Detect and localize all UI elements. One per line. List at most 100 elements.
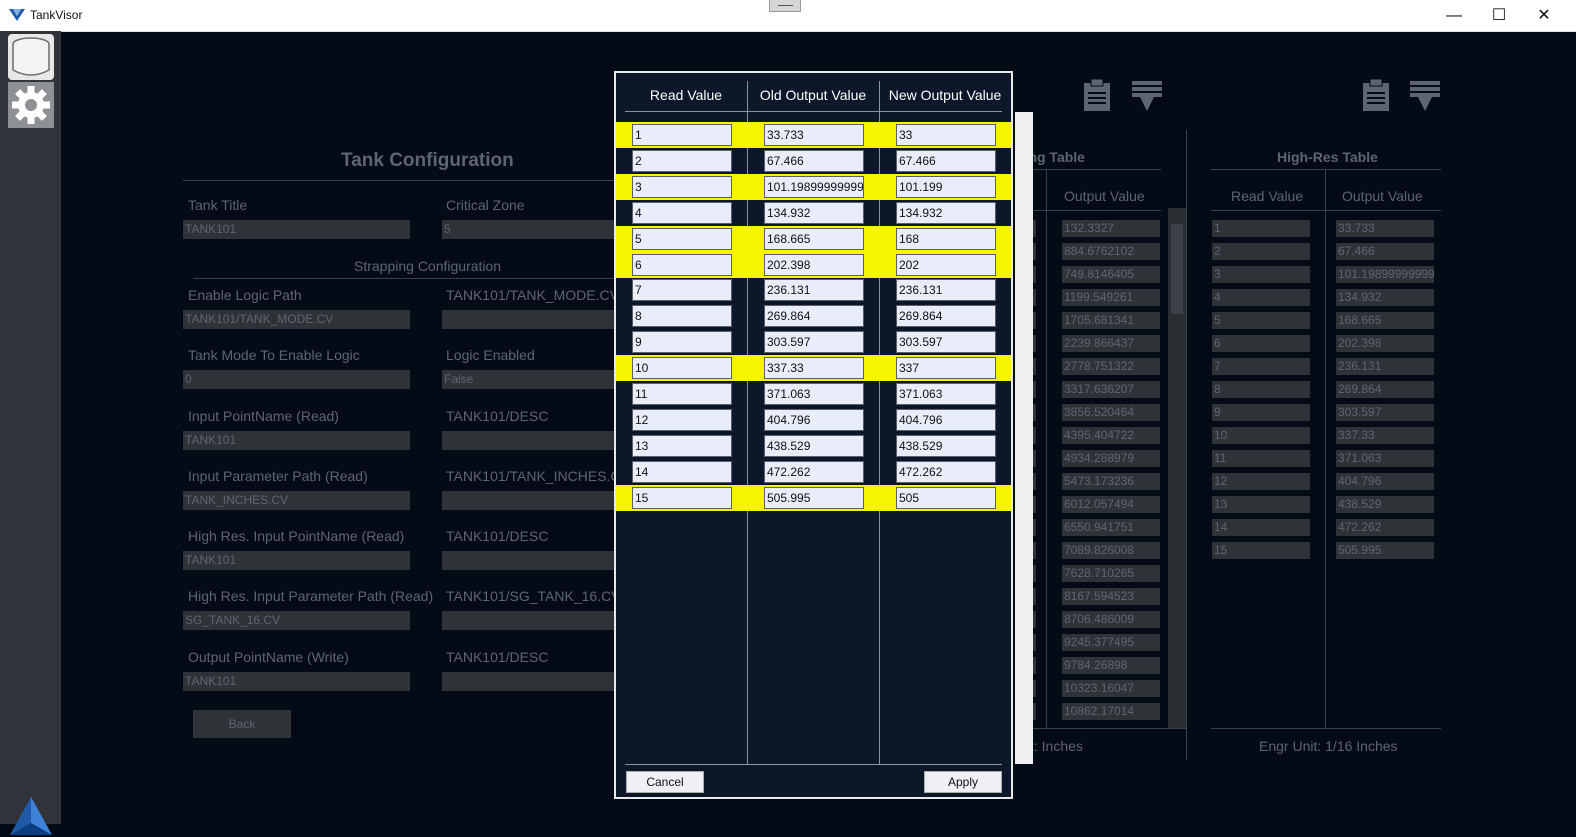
input-param-status-field[interactable] [442,491,614,510]
highres-read-cell[interactable]: 14 [1212,519,1310,536]
strapping-output-cell[interactable]: 4934.288979 [1062,450,1160,467]
new-output-input[interactable]: 337 [896,357,996,380]
new-output-input[interactable]: 168 [896,227,996,250]
tank-mode-field[interactable]: 0 [183,370,410,389]
highres-read-cell[interactable]: 7 [1212,358,1310,375]
highres-output-cell[interactable]: 303.597 [1336,404,1434,421]
new-output-input[interactable]: 269.864 [896,305,996,328]
new-output-input[interactable]: 472.262 [896,460,996,483]
read-value-input[interactable]: 10 [632,357,732,380]
highres-read-cell[interactable]: 8 [1212,381,1310,398]
maximize-button[interactable]: ☐ [1476,0,1522,31]
strapping-output-cell[interactable]: 2239.866437 [1062,335,1160,352]
input-point-field[interactable]: TANK101 [183,431,410,450]
minimize-button[interactable]: — [1431,0,1477,31]
strapping-output-cell[interactable]: 8706.486009 [1062,611,1160,628]
strapping-output-cell[interactable]: 10862.17014 [1062,703,1160,720]
highres-read-cell[interactable]: 13 [1212,496,1310,513]
highres-read-cell[interactable]: 11 [1212,450,1310,467]
strapping-output-cell[interactable]: 3856.520464 [1062,404,1160,421]
clipboard-icon[interactable] [1082,78,1112,112]
new-output-input[interactable]: 303.597 [896,331,996,354]
highres-output-cell[interactable]: 67.466 [1336,243,1434,260]
input-param-field[interactable]: TANK_INCHES.CV [183,491,410,510]
highres-output-cell[interactable]: 472.262 [1336,519,1434,536]
highres-read-cell[interactable]: 15 [1212,542,1310,559]
old-output-input[interactable]: 371.063 [764,383,864,405]
scrollbar-thumb[interactable] [1171,224,1183,314]
new-output-input[interactable]: 101.199 [896,175,996,198]
old-output-input[interactable]: 101.19899999999 [764,175,864,198]
highres-output-cell[interactable]: 269.864 [1336,381,1434,398]
old-output-input[interactable]: 67.466 [764,149,864,172]
new-output-input[interactable]: 505 [896,486,996,509]
read-value-input[interactable]: 5 [632,227,732,250]
settings-button[interactable] [8,82,54,128]
old-output-input[interactable]: 337.33 [764,357,864,380]
read-value-input[interactable]: 6 [632,253,732,276]
database-button[interactable] [8,34,54,80]
enable-logic-status-field[interactable] [442,310,614,329]
strapping-output-cell[interactable]: 1705.681341 [1062,312,1160,329]
highres-read-cell[interactable]: 3 [1212,266,1310,283]
highres-read-cell[interactable]: 12 [1212,473,1310,490]
read-value-input[interactable]: 9 [632,331,732,354]
new-output-input[interactable]: 33 [896,124,996,146]
old-output-input[interactable]: 202.398 [764,253,864,276]
old-output-input[interactable]: 303.597 [764,331,864,354]
highres-output-cell[interactable]: 438.529 [1336,496,1434,513]
new-output-input[interactable]: 438.529 [896,434,996,457]
strapping-output-cell[interactable]: 8167.594523 [1062,588,1160,605]
strapping-output-cell[interactable]: 10323.16047 [1062,680,1160,697]
new-output-input[interactable]: 371.063 [896,383,996,405]
read-value-input[interactable]: 14 [632,460,732,483]
download-table-icon[interactable] [1130,80,1164,112]
strapping-output-cell[interactable]: 749.8146405 [1062,266,1160,283]
highres-output-cell[interactable]: 134.932 [1336,289,1434,306]
new-output-input[interactable]: 236.131 [896,279,996,302]
strapping-output-cell[interactable]: 6012.057494 [1062,496,1160,513]
new-output-input[interactable]: 404.796 [896,408,996,431]
read-value-input[interactable]: 15 [632,486,732,509]
hr-point-status-field[interactable] [442,551,614,570]
output-point-status-field[interactable] [442,672,614,691]
highres-read-cell[interactable]: 9 [1212,404,1310,421]
new-output-input[interactable]: 202 [896,253,996,276]
highres-read-cell[interactable]: 4 [1212,289,1310,306]
highres-output-cell[interactable]: 101.19899999999 [1336,266,1434,283]
strapping-output-cell[interactable]: 7089.826008 [1062,542,1160,559]
old-output-input[interactable]: 404.796 [764,408,864,431]
highres-read-cell[interactable]: 6 [1212,335,1310,352]
tank-title-field[interactable]: TANK101 [183,220,410,239]
hr-param-status-field[interactable] [442,611,614,630]
download-table-icon[interactable] [1408,80,1442,112]
input-point-status-field[interactable] [442,431,614,450]
highres-output-cell[interactable]: 33.733 [1336,220,1434,237]
highres-read-cell[interactable]: 10 [1212,427,1310,444]
old-output-input[interactable]: 168.665 [764,227,864,250]
strapping-output-cell[interactable]: 9245.377495 [1062,634,1160,651]
enable-logic-field[interactable]: TANK101/TANK_MODE.CV [183,310,410,329]
hr-param-field[interactable]: SG_TANK_16.CV [183,611,410,630]
cancel-button[interactable]: Cancel [626,771,704,793]
output-point-field[interactable]: TANK101 [183,672,410,691]
dialog-side-scrollbar[interactable] [1015,112,1033,764]
highres-output-cell[interactable]: 168.665 [1336,312,1434,329]
read-value-input[interactable]: 12 [632,408,732,431]
old-output-input[interactable]: 236.131 [764,279,864,302]
highres-output-cell[interactable]: 371.063 [1336,450,1434,467]
old-output-input[interactable]: 134.932 [764,201,864,224]
apply-button[interactable]: Apply [924,771,1002,793]
new-output-input[interactable]: 67.466 [896,149,996,172]
strapping-output-cell[interactable]: 2778.751322 [1062,358,1160,375]
read-value-input[interactable]: 2 [632,149,732,172]
hr-point-field[interactable]: TANK101 [183,551,410,570]
close-button[interactable]: ✕ [1521,0,1567,31]
strapping-output-cell[interactable]: 132.3327 [1062,220,1160,237]
new-output-input[interactable]: 134.932 [896,201,996,224]
read-value-input[interactable]: 7 [632,279,732,302]
strapping-output-cell[interactable]: 884.6762102 [1062,243,1160,260]
logic-enabled-field[interactable]: False [442,370,614,389]
read-value-input[interactable]: 8 [632,305,732,328]
strapping-output-cell[interactable]: 4395.404722 [1062,427,1160,444]
